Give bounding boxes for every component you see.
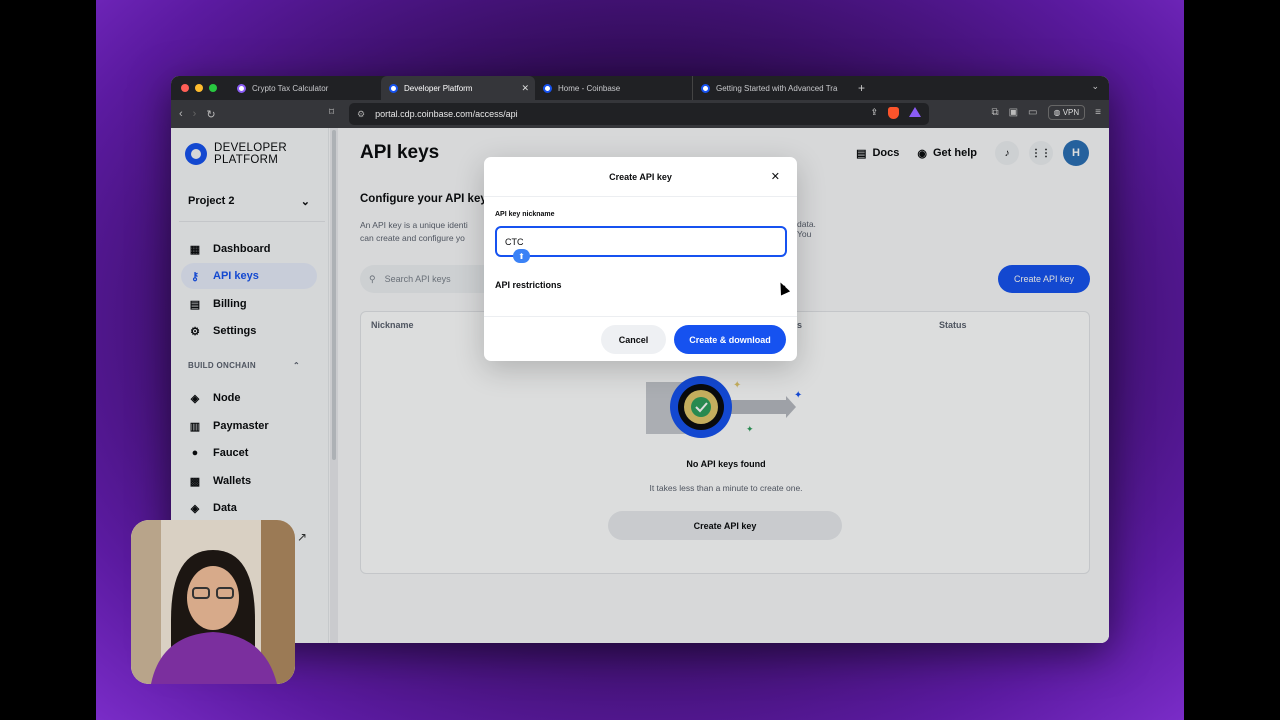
tab-developer-platform[interactable]: Developer Platform ✕	[381, 76, 535, 100]
browser-window: Crypto Tax Calculator Developer Platform…	[171, 76, 1109, 643]
tab-label: Home - Coinbase	[558, 83, 621, 93]
dialog-title: Create API key	[609, 171, 672, 182]
tab-list-chevron-icon[interactable]: ⌄	[1091, 81, 1099, 92]
nickname-label: API key nickname	[495, 211, 555, 218]
sidebar-toggle-icon[interactable]: ▣	[1009, 107, 1018, 118]
brave-shields-icon[interactable]	[888, 107, 899, 119]
presenter-video-icon	[131, 520, 295, 684]
vpn-button[interactable]: ◍ VPN	[1047, 105, 1086, 120]
tab-favicon-icon	[237, 83, 246, 93]
reload-icon[interactable]: ↻	[206, 108, 215, 121]
browser-toolbar: ‹ › ↻ ⌑ ⚙ portal.cdp.coinbase.com/access…	[171, 100, 1109, 128]
url-text[interactable]: portal.cdp.coinbase.com/access/api	[375, 109, 518, 119]
coinbase-favicon-icon	[389, 83, 398, 93]
tab-crypto-tax-calculator[interactable]: Crypto Tax Calculator	[229, 76, 381, 100]
menu-icon[interactable]: ≡	[1095, 107, 1101, 118]
brave-rewards-icon[interactable]	[909, 107, 921, 117]
nickname-value: CTC	[505, 236, 524, 247]
tab-label: Getting Started with Advanced Tra	[716, 83, 838, 93]
create-api-key-dialog: Create API key ✕ API key nickname CTC ⬆ …	[484, 157, 797, 361]
wallet-icon[interactable]: ▭	[1028, 107, 1037, 118]
address-bar-actions: ⇪	[870, 107, 921, 119]
toolbar-right: ⧉ ▣ ▭ ◍ VPN ≡	[991, 105, 1101, 120]
dialog-footer-divider	[484, 316, 797, 317]
webcam-overlay	[131, 520, 295, 684]
nickname-input[interactable]: CTC	[495, 226, 787, 257]
new-tab-icon[interactable]: +	[850, 81, 873, 95]
create-and-download-button[interactable]: Create & download	[674, 325, 786, 354]
address-bar[interactable]: ⚙ portal.cdp.coinbase.com/access/api ⇪	[349, 103, 929, 125]
tab-label: Developer Platform	[404, 83, 473, 93]
close-icon[interactable]: ✕	[771, 170, 780, 183]
tab-home-coinbase[interactable]: Home - Coinbase	[535, 76, 692, 100]
forward-icon[interactable]: ›	[193, 108, 197, 120]
vpn-label: VPN	[1062, 108, 1080, 117]
minimize-window-button[interactable]	[195, 84, 203, 92]
dialog-header: Create API key	[484, 157, 797, 197]
site-settings-icon[interactable]: ⚙	[357, 109, 365, 120]
password-manager-icon[interactable]: ⬆	[513, 249, 530, 263]
tab-label: Crypto Tax Calculator	[252, 83, 329, 93]
coinbase-favicon-icon	[701, 83, 710, 93]
cancel-button[interactable]: Cancel	[601, 325, 666, 354]
tab-getting-started[interactable]: Getting Started with Advanced Tra	[692, 76, 850, 100]
share-icon[interactable]: ⇪	[870, 107, 878, 119]
bookmark-icon[interactable]: ⌑	[329, 107, 334, 118]
coinbase-favicon-icon	[543, 83, 552, 93]
window-controls	[171, 84, 229, 92]
close-tab-icon[interactable]: ✕	[521, 83, 529, 94]
tab-strip: Crypto Tax Calculator Developer Platform…	[171, 76, 1109, 100]
api-restrictions-label: API restrictions	[495, 280, 562, 290]
maximize-window-button[interactable]	[209, 84, 217, 92]
extensions-icon[interactable]: ⧉	[991, 107, 998, 118]
close-window-button[interactable]	[181, 84, 189, 92]
api-restrictions-toggle[interactable]: API restrictions ⌄	[495, 280, 787, 291]
back-icon[interactable]: ‹	[179, 108, 183, 120]
